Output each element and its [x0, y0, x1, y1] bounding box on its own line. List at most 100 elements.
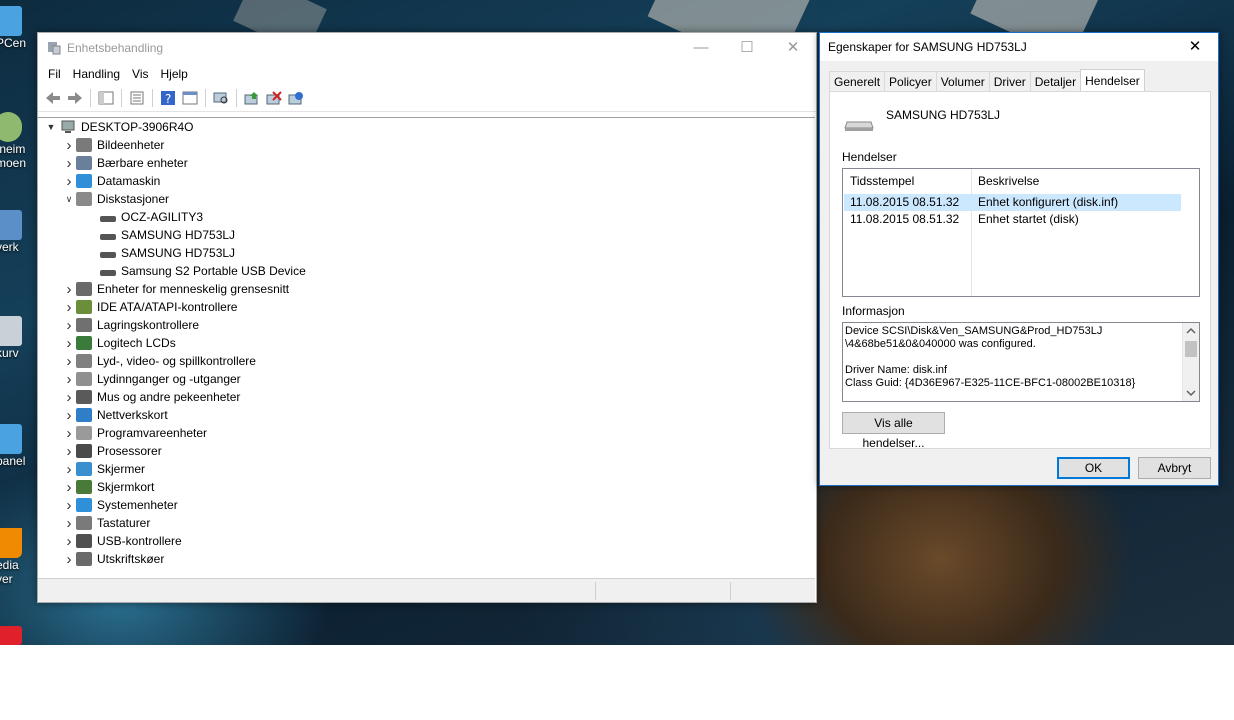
tab-events[interactable]: Hendelser: [1080, 69, 1145, 91]
tree-category[interactable]: › Lydinnganger og -utganger: [62, 370, 241, 388]
tree-category[interactable]: › Lagringskontrollere: [62, 316, 200, 334]
maximize-icon[interactable]: ☐: [724, 33, 770, 63]
tree-category-label: Systemenheter: [97, 498, 178, 512]
chevron-right-icon[interactable]: ›: [62, 533, 76, 550]
menu-action[interactable]: Handling: [67, 67, 126, 81]
chevron-right-icon[interactable]: ›: [62, 407, 76, 424]
tree-category[interactable]: › Mus og andre pekeenheter: [62, 388, 241, 406]
chevron-right-icon[interactable]: ›: [62, 137, 76, 154]
chevron-right-icon[interactable]: ›: [62, 173, 76, 190]
tree-device[interactable]: OCZ-AGILITY3: [100, 208, 203, 226]
events-scrollbar[interactable]: [1181, 169, 1199, 296]
dialog-title-bar[interactable]: Egenskaper for SAMSUNG HD753LJ ✕: [820, 33, 1218, 61]
tree-category[interactable]: › Bildeenheter: [62, 136, 165, 154]
information-textbox[interactable]: Device SCSI\Disk&Ven_SAMSUNG&Prod_HD753L…: [842, 322, 1200, 402]
menu-view[interactable]: Vis: [126, 67, 154, 81]
chevron-right-icon[interactable]: ›: [62, 425, 76, 442]
tree-category[interactable]: › Skjermer: [62, 460, 146, 478]
tree-root[interactable]: ▼ DESKTOP-3906R4O: [44, 118, 194, 136]
close-icon[interactable]: ✕: [1172, 32, 1218, 62]
uninstall-device-icon[interactable]: [265, 89, 283, 107]
chevron-right-icon[interactable]: ›: [62, 497, 76, 514]
desktop-icon-this-pc[interactable]: PCen: [0, 6, 36, 50]
desktop-icon-app[interactable]: [0, 626, 36, 645]
chevron-right-icon[interactable]: ›: [62, 317, 76, 334]
desktop-icon-network[interactable]: verk: [0, 210, 36, 254]
chevron-right-icon[interactable]: ›: [62, 155, 76, 172]
column-divider[interactable]: [971, 169, 972, 296]
chevron-down-icon[interactable]: ▼: [44, 122, 58, 132]
chevron-right-icon[interactable]: ›: [62, 461, 76, 478]
tree-device[interactable]: Samsung S2 Portable USB Device: [100, 262, 306, 280]
event-description: Enhet konfigurert (disk.inf): [978, 195, 1119, 209]
tree-category[interactable]: › Enheter for menneskelig grensesnitt: [62, 280, 290, 298]
tree-device[interactable]: SAMSUNG HD753LJ: [100, 226, 235, 244]
tab-driver[interactable]: Driver: [988, 71, 1031, 91]
show-all-events-button[interactable]: Vis alle hendelser...: [842, 412, 945, 450]
column-header-description[interactable]: Beskrivelse: [978, 169, 1039, 194]
tree-category[interactable]: › Tastaturer: [62, 514, 151, 532]
minimize-icon[interactable]: —: [678, 33, 724, 63]
help-icon[interactable]: ?: [159, 89, 177, 107]
tree-category[interactable]: › Bærbare enheter: [62, 154, 188, 172]
tree-category[interactable]: › Systemenheter: [62, 496, 178, 514]
chevron-right-icon[interactable]: ›: [62, 281, 76, 298]
desktop-icon-control-panel[interactable]: panel: [0, 424, 36, 468]
close-icon[interactable]: ✕: [770, 33, 816, 63]
tab-details[interactable]: Detaljer: [1029, 71, 1082, 91]
chevron-right-icon[interactable]: ›: [62, 335, 76, 352]
desktop-icon-user[interactable]: tneim moen: [0, 112, 36, 170]
tree-category-label: Nettverkskort: [97, 408, 168, 422]
chevron-right-icon[interactable]: ›: [62, 551, 76, 568]
chevron-right-icon[interactable]: ›: [62, 443, 76, 460]
scan-hardware-icon[interactable]: [212, 89, 230, 107]
window-title: Enhetsbehandling: [67, 41, 164, 55]
tree-device[interactable]: SAMSUNG HD753LJ: [100, 244, 235, 262]
chevron-right-icon[interactable]: ›: [62, 299, 76, 316]
disk-drive-icon: [100, 216, 116, 222]
title-bar[interactable]: Enhetsbehandling — ☐ ✕: [38, 33, 816, 63]
show-hide-tree-icon[interactable]: [97, 89, 115, 107]
enable-device-icon[interactable]: [287, 89, 305, 107]
tree-category-label: Bildeenheter: [97, 138, 165, 152]
tree-category[interactable]: › Logitech LCDs: [62, 334, 176, 352]
desktop-icon-recycle-bin[interactable]: kurv: [0, 316, 36, 360]
event-row[interactable]: 11.08.2015 08.51.32 Enhet konfigurert (d…: [844, 194, 1181, 211]
chevron-down-icon[interactable]: ∨: [62, 194, 76, 205]
tree-category[interactable]: › Nettverkskort: [62, 406, 168, 424]
ok-button[interactable]: OK: [1057, 457, 1130, 479]
tab-volumes[interactable]: Volumer: [935, 71, 990, 91]
events-tab-panel: SAMSUNG HD753LJ Hendelser Tidsstempel Be…: [829, 91, 1211, 450]
tab-policies[interactable]: Policyer: [884, 71, 937, 91]
update-driver-icon[interactable]: [243, 89, 261, 107]
properties-icon[interactable]: [128, 89, 146, 107]
disk-drive-icon: [100, 252, 116, 258]
tree-category[interactable]: › Utskriftskøer: [62, 550, 165, 568]
forward-arrow-icon[interactable]: [66, 89, 84, 107]
tree-category[interactable]: › Datamaskin: [62, 172, 161, 190]
information-scrollbar[interactable]: [1182, 323, 1199, 401]
desktop-icon-media-player[interactable]: edia yer: [0, 528, 36, 586]
menu-bar: Fil Handling Vis Hjelp: [38, 63, 816, 85]
tree-category[interactable]: › Lyd-, video- og spillkontrollere: [62, 352, 256, 370]
tree-category[interactable]: › Prosessorer: [62, 442, 162, 460]
tab-general[interactable]: Generelt: [829, 71, 886, 91]
chevron-right-icon[interactable]: ›: [62, 515, 76, 532]
tree-category[interactable]: › USB-kontrollere: [62, 532, 182, 550]
tree-category[interactable]: › IDE ATA/ATAPI-kontrollere: [62, 298, 238, 316]
tree-category[interactable]: › Skjermkort: [62, 478, 155, 496]
back-arrow-icon[interactable]: [44, 89, 62, 107]
events-list[interactable]: Tidsstempel Beskrivelse 11.08.2015 08.51…: [842, 168, 1200, 297]
event-row[interactable]: 11.08.2015 08.51.32 Enhet startet (disk): [844, 211, 1181, 228]
chevron-right-icon[interactable]: ›: [62, 389, 76, 406]
tree-category[interactable]: › Programvareenheter: [62, 424, 208, 442]
menu-file[interactable]: Fil: [42, 67, 67, 81]
chevron-right-icon[interactable]: ›: [62, 479, 76, 496]
chevron-right-icon[interactable]: ›: [62, 353, 76, 370]
cancel-button[interactable]: Avbryt: [1138, 457, 1211, 479]
tree-category[interactable]: ∨ Diskstasjoner: [62, 190, 169, 208]
action-pane-icon[interactable]: [181, 89, 199, 107]
menu-help[interactable]: Hjelp: [155, 67, 194, 81]
chevron-right-icon[interactable]: ›: [62, 371, 76, 388]
column-header-timestamp[interactable]: Tidsstempel: [850, 169, 914, 194]
